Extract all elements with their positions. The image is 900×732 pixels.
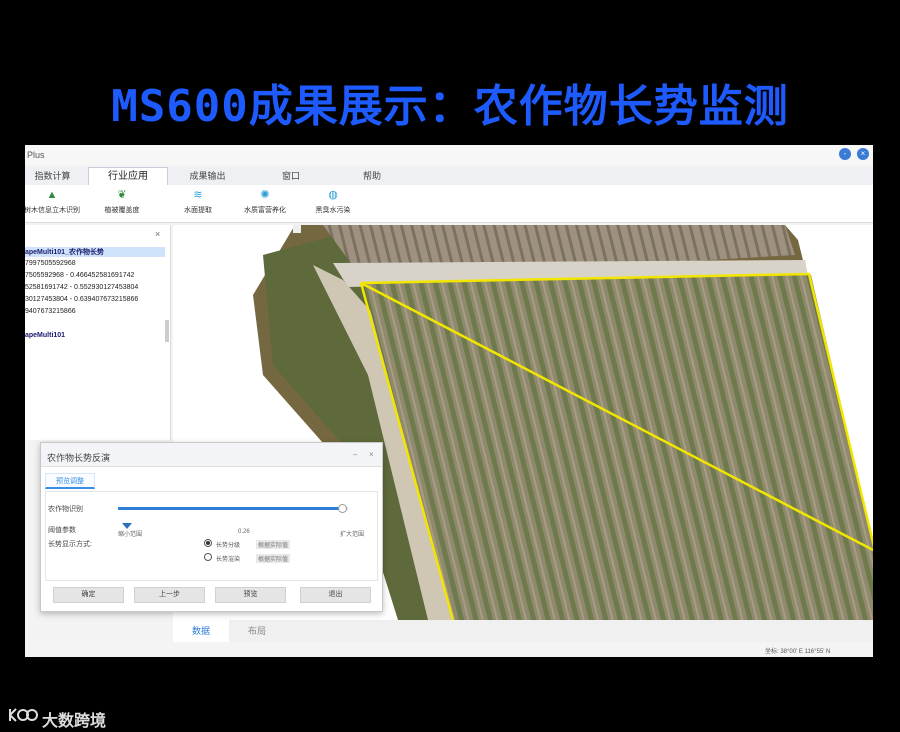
slider-min-label: 缩小范围 bbox=[118, 532, 143, 538]
tab-industry-app[interactable]: 行业应用 bbox=[88, 167, 168, 185]
ribbon-toolbar: ▲ 树木信息立木识别 ❦ 植被覆盖度 ≋ 水面提取 ✺ 水质富营养化 ◍ 黑臭水… bbox=[25, 185, 873, 223]
crop-recognition-label: 农作物识别 bbox=[48, 506, 83, 513]
tool-eutrophication[interactable]: ✺ 水质富营养化 bbox=[230, 189, 300, 221]
legend-range: 7505592968 - 0.466452581691742 bbox=[25, 272, 135, 279]
tool-label: 黑臭水污染 bbox=[315, 207, 351, 214]
bottom-tabs: 数据 布局 bbox=[173, 620, 873, 642]
slider-thumb[interactable] bbox=[338, 504, 348, 513]
watermark-text: 大数跨境 bbox=[42, 713, 107, 730]
legend-range: 52581691742 - 0.552930127453804 bbox=[25, 284, 139, 291]
legend-range: 30127453804 - 0.639407673215866 bbox=[25, 296, 139, 303]
dialog-body: 农作物识别 缩小范围 0.26 扩大范围 阈值参数 长势显示方式: 长势分级 根… bbox=[45, 491, 378, 581]
plant-icon: ❦ bbox=[117, 189, 127, 201]
app-titlebar: Plus - × bbox=[25, 145, 873, 165]
brand-logo-icon bbox=[9, 708, 38, 722]
slide-title: MS600成果展示：农作物长势监测 bbox=[111, 81, 789, 132]
crop-growth-dialog: 农作物长势反演 ‒ × 预览调整 农作物识别 缩小范围 0.26 扩大范围 阈值… bbox=[40, 442, 383, 612]
previous-button[interactable]: 上一步 bbox=[134, 587, 205, 603]
dialog-minimize-button[interactable]: ‒ bbox=[353, 450, 357, 459]
app-title: Plus bbox=[27, 150, 45, 160]
ok-button[interactable]: 确定 bbox=[53, 587, 124, 603]
tool-label: 植被覆盖度 bbox=[104, 207, 140, 214]
legend-value: 9407673215866 bbox=[25, 308, 76, 315]
tool-label: 水质富营养化 bbox=[244, 207, 286, 214]
chevron-down-icon[interactable] bbox=[122, 523, 132, 529]
app-window: Plus - × 指数计算 行业应用 成果输出 窗口 帮助 ▲ 树木信息立木识别… bbox=[25, 145, 873, 657]
exit-button[interactable]: 退出 bbox=[300, 587, 371, 603]
status-coordinates: 坐标: 38°00' E 116°55' N bbox=[765, 649, 831, 655]
menu-tabs: 指数计算 行业应用 成果输出 窗口 帮助 bbox=[25, 167, 873, 185]
display-mode-label: 长势显示方式: bbox=[48, 541, 92, 548]
close-button[interactable]: × bbox=[857, 148, 869, 160]
panel-close-button[interactable]: × bbox=[155, 229, 160, 239]
tab-layout[interactable]: 布局 bbox=[229, 620, 285, 642]
threshold-slider[interactable]: 缩小范围 0.26 扩大范围 bbox=[118, 504, 364, 538]
slider-max-label: 扩大范围 bbox=[340, 532, 365, 538]
layer-item-crop[interactable]: apeMulti101_农作物长势 bbox=[25, 247, 165, 257]
legend-value: 7997505592968 bbox=[25, 260, 76, 267]
dialog-title: 农作物长势反演 bbox=[47, 453, 111, 463]
dialog-close-button[interactable]: × bbox=[369, 450, 374, 459]
water-icon: ≋ bbox=[193, 189, 203, 201]
tree-icon: ▲ bbox=[46, 189, 58, 201]
tab-preview-adjust[interactable]: 预览调整 bbox=[45, 473, 95, 489]
layer-panel: × apeMulti101_农作物长势 7997505592968 750559… bbox=[25, 225, 171, 440]
tool-label: 树木信息立木识别 bbox=[25, 207, 80, 214]
layer-item-multispectral[interactable]: apeMulti101 bbox=[25, 332, 65, 339]
slider-value-label: 0.26 bbox=[238, 529, 250, 535]
panel-scrollbar[interactable] bbox=[165, 320, 169, 342]
tool-water-extraction[interactable]: ≋ 水面提取 bbox=[163, 189, 233, 221]
minimize-button[interactable]: - bbox=[839, 148, 851, 160]
threshold-param-label: 阈值参数 bbox=[48, 527, 76, 534]
tab-index-calc[interactable]: 指数计算 bbox=[25, 167, 80, 185]
dialog-header: 农作物长势反演 ‒ × bbox=[41, 443, 382, 467]
radio-growth-render[interactable] bbox=[204, 553, 212, 561]
tool-vegetation-cover[interactable]: ❦ 植被覆盖度 bbox=[87, 189, 157, 221]
pollution-icon: ◍ bbox=[328, 189, 338, 201]
water-quality-icon: ✺ bbox=[260, 189, 270, 201]
radio-growth-grade[interactable] bbox=[204, 539, 212, 547]
preview-button[interactable]: 预览 bbox=[215, 587, 286, 603]
tool-label: 水面提取 bbox=[184, 207, 212, 214]
radio-label: 长势分级 bbox=[216, 543, 241, 549]
tab-data[interactable]: 数据 bbox=[173, 620, 229, 642]
tab-output[interactable]: 成果输出 bbox=[175, 167, 240, 185]
radio-extra: 根据实际值 bbox=[256, 540, 291, 549]
status-bar: 坐标: 38°00' E 116°55' N bbox=[25, 642, 873, 657]
radio-extra: 根据实际值 bbox=[256, 554, 291, 563]
tool-tree-detection[interactable]: ▲ 树木信息立木识别 bbox=[25, 189, 87, 221]
tool-black-water[interactable]: ◍ 黑臭水污染 bbox=[298, 189, 368, 221]
radio-label: 长势渲染 bbox=[216, 557, 241, 563]
slider-fill bbox=[118, 507, 344, 510]
tab-window[interactable]: 窗口 bbox=[261, 167, 321, 185]
tab-help[interactable]: 帮助 bbox=[342, 167, 402, 185]
